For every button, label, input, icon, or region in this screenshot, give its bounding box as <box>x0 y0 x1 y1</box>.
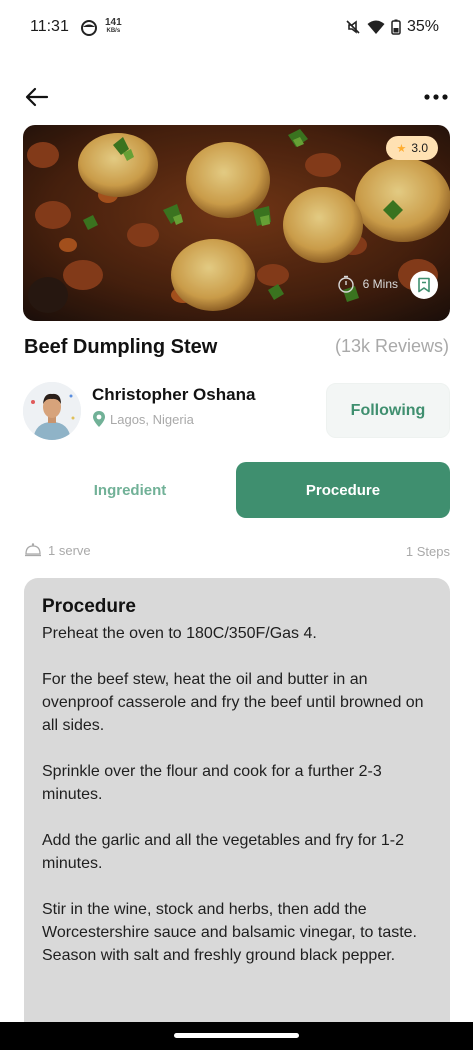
recipe-title: Beef Dumpling Stew <box>24 336 218 358</box>
serve-dish-icon <box>25 543 41 557</box>
steps-count: 1 Steps <box>405 544 450 559</box>
bookmark-icon <box>418 277 430 293</box>
cook-time: 6 Mins <box>337 275 398 293</box>
back-arrow-icon[interactable] <box>24 84 50 110</box>
following-button[interactable]: Following <box>326 383 450 438</box>
recipe-image: ★ 3.0 6 Mins <box>23 125 450 321</box>
location-text: Lagos, Nigeria <box>110 411 194 427</box>
bookmark-button[interactable] <box>410 271 438 299</box>
data-saver-icon <box>81 20 97 36</box>
star-icon: ★ <box>396 142 407 155</box>
procedure-card: Procedure Preheat the oven to 180C/350F/… <box>24 578 450 1038</box>
avatar[interactable] <box>23 382 81 440</box>
status-time: 11:31 <box>30 18 69 35</box>
wifi-icon <box>367 20 385 34</box>
battery-percent: 35% <box>406 18 439 35</box>
timer-icon <box>337 275 354 293</box>
procedure-step: For the beef stew, heat the oil and butt… <box>42 671 424 734</box>
serve-text: 1 serve <box>48 542 91 558</box>
serve-info: 1 serve <box>24 542 91 558</box>
author-photo <box>23 382 81 440</box>
network-speed: 141 KB/s <box>105 17 122 35</box>
mute-icon <box>346 20 360 34</box>
rating-badge: ★ 3.0 <box>386 136 438 160</box>
more-dots-icon[interactable] <box>423 84 449 110</box>
author-name[interactable]: Christopher Oshana <box>92 385 255 405</box>
recipe-meta: 1 serve 1 Steps <box>24 540 450 562</box>
status-icons: 35% <box>345 18 439 36</box>
tab-ingredient[interactable]: Ingredient <box>24 462 236 518</box>
author-location: Lagos, Nigeria <box>92 410 194 428</box>
battery-icon <box>391 19 401 35</box>
home-indicator[interactable] <box>174 1033 299 1038</box>
rating-value: 3.0 <box>411 141 428 155</box>
procedure-step: Add the garlic and all the vegetables an… <box>42 832 404 872</box>
tab-procedure[interactable]: Procedure <box>236 462 450 518</box>
reviews-count[interactable]: (13k Reviews) <box>335 336 449 357</box>
procedure-title: Procedure <box>42 596 136 617</box>
procedure-step: Preheat the oven to 180C/350F/Gas 4. <box>42 625 317 642</box>
status-bar: 11:31 141 KB/s 35% <box>0 0 473 56</box>
cook-time-value: 6 Mins <box>362 277 398 291</box>
procedure-step: Sprinkle over the flour and cook for a f… <box>42 763 382 803</box>
location-pin-icon <box>93 411 105 427</box>
procedure-step: Stir in the wine, stock and herbs, then … <box>42 901 417 964</box>
